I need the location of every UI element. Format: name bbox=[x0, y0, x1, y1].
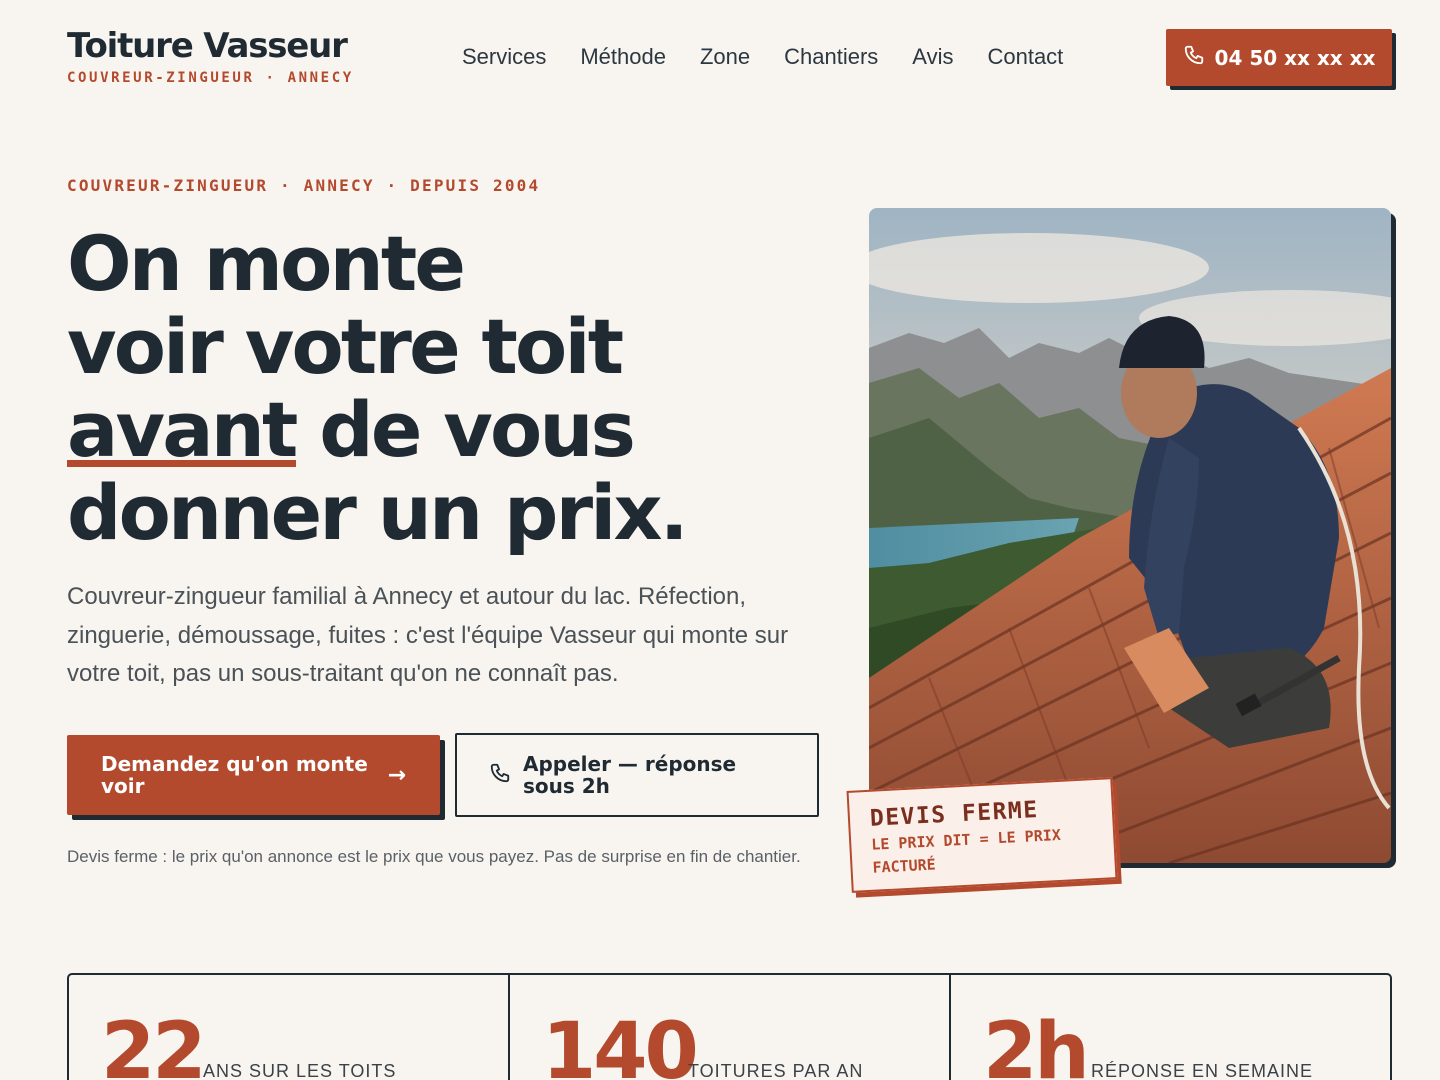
brand-name: Toiture Vasseur bbox=[67, 26, 348, 66]
site-header: Toiture Vasseur COUVREUR-ZINGUEUR · ANNE… bbox=[0, 0, 1440, 120]
headline-line-3-rest: de vous bbox=[295, 385, 636, 474]
hero-lead: Couvreur-zingueur familial à Annecy et a… bbox=[67, 583, 789, 687]
stat-years: 22 ANS SUR LES TOITS bbox=[69, 975, 510, 1080]
stats-bar: 22 ANS SUR LES TOITS 140 TOITURES PAR AN… bbox=[67, 973, 1392, 1080]
brand-tagline: COUVREUR-ZINGUEUR · ANNECY bbox=[67, 70, 354, 86]
main-nav: Services Méthode Zone Chantiers Avis Con… bbox=[462, 44, 1097, 70]
badge-subtitle: LE PRIX DIT = LE PRIX FACTURÉ bbox=[870, 825, 1062, 877]
stat-number: 22 bbox=[101, 1007, 207, 1080]
phone-icon bbox=[489, 762, 511, 788]
arrow-right-icon: → bbox=[387, 762, 406, 788]
stat-response: 2h RÉPONSE EN SEMAINE bbox=[951, 975, 1390, 1080]
brand-logo[interactable]: Toiture Vasseur COUVREUR-ZINGUEUR · ANNE… bbox=[67, 26, 354, 86]
request-visit-button[interactable]: Demandez qu'on monte voir → bbox=[67, 735, 440, 815]
nav-link-chantiers[interactable]: Chantiers bbox=[784, 44, 878, 70]
call-button-label: Appeler — réponse sous 2h bbox=[523, 752, 737, 798]
headline-line-2: voir votre toit bbox=[67, 302, 624, 391]
nav-link-zone[interactable]: Zone bbox=[700, 44, 750, 70]
headline-line-4: donner un prix. bbox=[67, 468, 689, 557]
quote-note: Devis ferme : le prix qu'on annonce est … bbox=[67, 847, 801, 866]
stat-label: TOITURES PAR AN bbox=[688, 1061, 864, 1080]
headline-line-3: avant de vous bbox=[67, 388, 827, 471]
stat-number: 140 bbox=[542, 1007, 699, 1080]
phone-number: 04 50 xx xx xx bbox=[1214, 45, 1376, 70]
phone-call-button[interactable]: 04 50 xx xx xx bbox=[1166, 29, 1392, 86]
stat-roofs: 140 TOITURES PAR AN bbox=[510, 975, 951, 1080]
nav-link-services[interactable]: Services bbox=[462, 44, 546, 70]
request-visit-label: Demandez qu'on monte voir bbox=[101, 752, 368, 798]
roofer-photo bbox=[869, 208, 1391, 863]
stat-number: 2h bbox=[983, 1007, 1090, 1080]
nav-link-methode[interactable]: Méthode bbox=[580, 44, 666, 70]
stat-label: RÉPONSE EN SEMAINE bbox=[1091, 1061, 1314, 1080]
nav-link-avis[interactable]: Avis bbox=[912, 44, 953, 70]
hero-headline: On monte voir votre toit avant de vous d… bbox=[67, 222, 827, 554]
headline-emphasis: avant bbox=[67, 385, 298, 474]
hero-eyebrow: COUVREUR-ZINGUEUR · ANNECY · DEPUIS 2004 bbox=[67, 176, 541, 195]
call-button[interactable]: Appeler — réponse sous 2h bbox=[455, 733, 819, 817]
stat-label: ANS SUR LES TOITS bbox=[203, 1061, 397, 1080]
nav-link-contact[interactable]: Contact bbox=[987, 44, 1063, 70]
phone-icon bbox=[1183, 44, 1205, 71]
firm-quote-badge: DEVIS FERME LE PRIX DIT = LE PRIX FACTUR… bbox=[846, 777, 1118, 893]
headline-line-1: On monte bbox=[67, 219, 466, 308]
